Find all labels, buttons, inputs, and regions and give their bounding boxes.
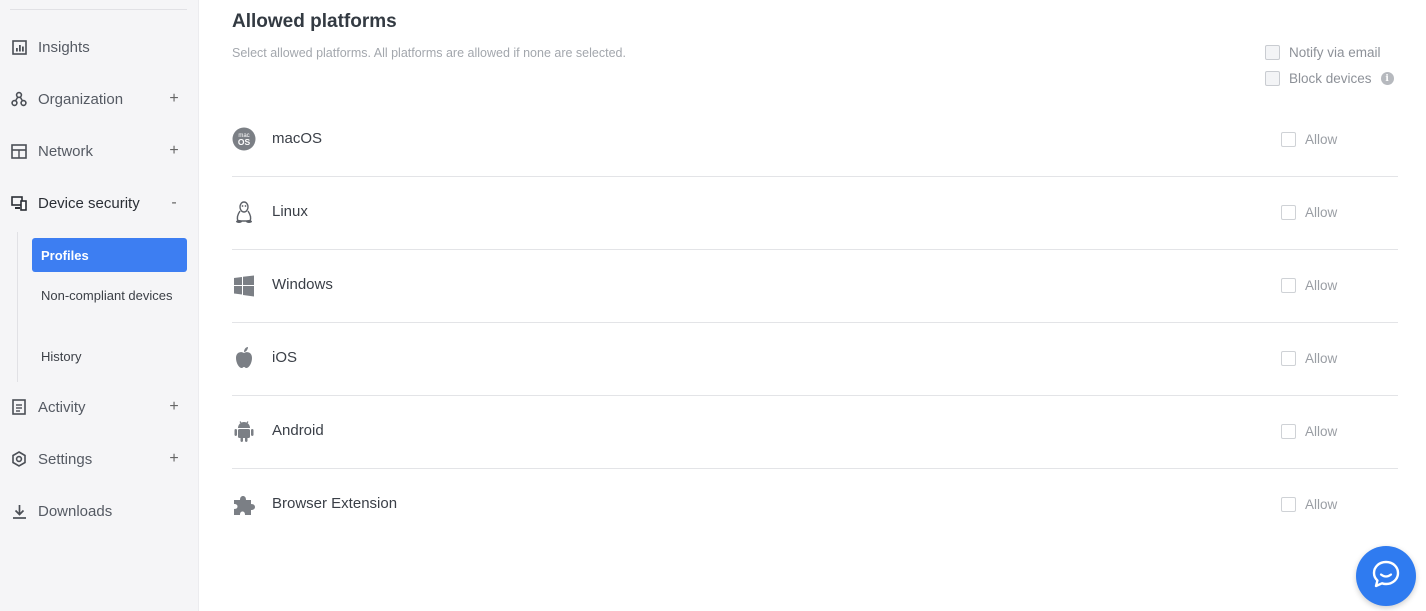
platform-row-android: Android Allow: [232, 396, 1398, 469]
chart-icon: [11, 39, 27, 55]
sidebar-item-label: Network: [38, 142, 94, 160]
checkbox-box[interactable]: [1281, 351, 1296, 366]
svg-text:OS: OS: [238, 137, 251, 147]
allow-label: Allow: [1305, 351, 1338, 366]
expand-toggle[interactable]: +: [167, 142, 181, 160]
checkbox-box[interactable]: [1281, 497, 1296, 512]
puzzle-icon: [232, 493, 256, 517]
checkbox-box[interactable]: [1281, 278, 1296, 293]
allow-checkbox-android[interactable]: Allow: [1281, 424, 1337, 439]
allow-checkbox-macos[interactable]: Allow: [1281, 132, 1337, 147]
device-security-icon: [11, 195, 27, 211]
organization-icon: [11, 91, 27, 107]
expand-toggle[interactable]: +: [167, 90, 181, 108]
sidebar-item-label: Settings: [38, 450, 93, 468]
platform-name: Browser Extension: [272, 495, 398, 512]
allow-checkbox-windows[interactable]: Allow: [1281, 278, 1337, 293]
submenu-rail: [17, 232, 18, 382]
apple-icon: [232, 346, 256, 370]
block-devices-checkbox[interactable]: Block devices i: [1265, 71, 1394, 86]
allow-label: Allow: [1305, 278, 1338, 293]
platform-name: iOS: [272, 349, 298, 366]
platform-row-linux: Linux Allow: [232, 177, 1398, 250]
sidebar-item-downloads[interactable]: Downloads: [0, 496, 199, 526]
block-devices-label: Block devices: [1289, 71, 1372, 86]
expand-toggle[interactable]: +: [167, 450, 181, 468]
platform-row-browser-extension: Browser Extension Allow: [232, 469, 1398, 542]
platform-name: Windows: [272, 276, 333, 293]
chat-icon: [1371, 559, 1401, 594]
sidebar-divider: [10, 9, 187, 10]
sidebar-item-activity[interactable]: Activity +: [0, 392, 199, 422]
info-icon[interactable]: i: [1380, 72, 1394, 85]
platform-row-ios: iOS Allow: [232, 323, 1398, 396]
checkbox-box[interactable]: [1265, 71, 1280, 86]
submenu-item-history[interactable]: History: [32, 347, 187, 366]
sidebar-item-label: Activity: [38, 398, 86, 416]
sidebar-item-insights[interactable]: Insights: [0, 32, 199, 62]
platform-name: Linux: [272, 203, 308, 220]
platform-row-windows: Windows Allow: [232, 250, 1398, 323]
checkbox-box[interactable]: [1281, 424, 1296, 439]
submenu-item-profiles[interactable]: Profiles: [32, 238, 187, 272]
settings-icon: [11, 451, 27, 467]
chat-launcher-button[interactable]: [1356, 546, 1416, 606]
sidebar: Insights Organization + Network + Device…: [0, 0, 199, 611]
allow-label: Allow: [1305, 497, 1338, 512]
download-icon: [11, 503, 27, 519]
allow-label: Allow: [1305, 132, 1338, 147]
macos-icon: mac OS: [232, 127, 256, 151]
submenu-item-non-compliant-devices[interactable]: Non-compliant devices: [32, 286, 187, 305]
activity-icon: [11, 399, 27, 415]
allow-checkbox-browser-extension[interactable]: Allow: [1281, 497, 1337, 512]
sidebar-item-label: Device security: [38, 194, 140, 212]
allow-checkbox-ios[interactable]: Allow: [1281, 351, 1337, 366]
checkbox-box[interactable]: [1281, 132, 1296, 147]
collapse-toggle[interactable]: -: [167, 194, 181, 212]
platform-row-macos: mac OS macOS Allow: [232, 104, 1398, 177]
notify-via-email-checkbox[interactable]: Notify via email: [1265, 45, 1381, 60]
app-root: Insights Organization + Network + Device…: [0, 0, 1426, 611]
android-icon: [232, 419, 256, 443]
network-icon: [11, 143, 27, 159]
notify-via-email-label: Notify via email: [1289, 45, 1381, 60]
sidebar-item-device-security[interactable]: Device security -: [0, 188, 199, 218]
platform-name: macOS: [272, 130, 323, 147]
sidebar-item-network[interactable]: Network +: [0, 136, 199, 166]
windows-icon: [232, 274, 256, 298]
sidebar-item-label: Downloads: [38, 502, 113, 520]
sidebar-item-label: Organization: [38, 90, 124, 108]
expand-toggle[interactable]: +: [167, 398, 181, 416]
checkbox-box[interactable]: [1281, 205, 1296, 220]
sidebar-item-settings[interactable]: Settings +: [0, 444, 199, 474]
checkbox-box[interactable]: [1265, 45, 1280, 60]
page-subtitle: Select allowed platforms. All platforms …: [232, 46, 626, 60]
sidebar-item-label: Insights: [38, 38, 90, 56]
allow-label: Allow: [1305, 205, 1338, 220]
allow-checkbox-linux[interactable]: Allow: [1281, 205, 1337, 220]
platform-name: Android: [272, 422, 324, 439]
page-title: Allowed platforms: [232, 11, 397, 32]
allow-label: Allow: [1305, 424, 1338, 439]
sidebar-item-organization[interactable]: Organization +: [0, 84, 199, 114]
linux-icon: [232, 200, 256, 224]
